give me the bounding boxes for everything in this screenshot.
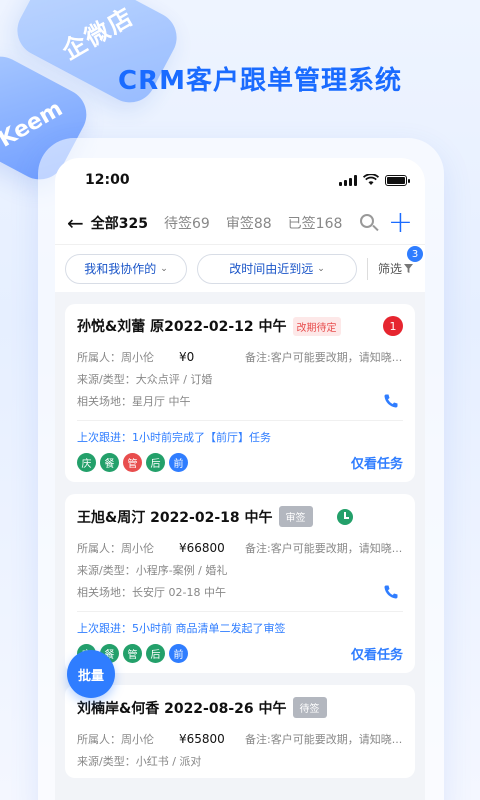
venue-text: 相关场地：长安厅 02-18 中午	[77, 586, 226, 599]
status-bar: 12:00	[55, 158, 425, 202]
tab-signed[interactable]: 已签168	[288, 213, 343, 233]
step-badge: 餐	[100, 453, 119, 472]
filter-button[interactable]: 筛选 3	[378, 246, 424, 277]
owner-text: 所属人：周小伦	[77, 351, 154, 364]
chevron-down-icon: ⌄	[317, 263, 325, 274]
battery-icon	[385, 174, 410, 186]
divider	[77, 611, 403, 612]
wifi-icon	[363, 174, 379, 185]
last-follow-text: 上次跟进：1小时前完成了【前厅】任务	[77, 431, 271, 444]
note-text: 备注:客户可能要改期，请知晓...	[245, 733, 403, 746]
chevron-down-icon: ⌄	[160, 263, 168, 274]
amount-text: ¥65800	[179, 732, 225, 746]
status-tag: 待签	[292, 697, 327, 718]
owner-text: 所属人：周小伦	[77, 733, 154, 746]
tab-all[interactable]: 全部325	[91, 213, 148, 233]
phone-icon[interactable]	[383, 393, 399, 409]
last-follow-text: 上次跟进：5小时前 商品清单二发起了审签	[77, 622, 286, 635]
unread-badge: 1	[383, 316, 403, 336]
divider	[367, 257, 368, 280]
tab-bar: ← 全部325 待签69 审签88 已签168 +	[55, 202, 425, 244]
order-card[interactable]: 孙悦&刘蕾 原2022-02-12 中午 改期待定 1 所属人：周小伦 ¥0 备…	[65, 304, 415, 482]
status-tag: 审签	[278, 506, 313, 527]
note-text: 备注:客户可能要改期，请知晓...	[245, 351, 403, 364]
order-title: 孙悦&刘蕾 原2022-02-12 中午	[77, 319, 287, 335]
owner-text: 所属人：周小伦	[77, 542, 154, 555]
amount-text: ¥66800	[179, 541, 225, 555]
order-card[interactable]: 王旭&周汀 2022-02-18 中午 审签 所属人：周小伦 ¥66800 备注…	[65, 494, 415, 673]
phone-icon[interactable]	[383, 584, 399, 600]
step-badge: 庆	[77, 453, 96, 472]
tab-reviewing[interactable]: 审签88	[226, 213, 272, 233]
order-title: 王旭&周汀 2022-02-18 中午	[77, 509, 273, 526]
step-badge: 前	[169, 453, 188, 472]
step-badge: 后	[146, 644, 165, 663]
status-tag: 改期待定	[292, 316, 341, 336]
search-icon[interactable]	[358, 212, 380, 234]
promo-title: CRM客户跟单管理系统	[118, 66, 402, 96]
step-badge: 管	[123, 644, 142, 663]
status-icons	[339, 174, 410, 186]
source-text: 来源/类型：大众点评 / 订婚	[77, 373, 213, 386]
step-badge: 管	[123, 453, 142, 472]
batch-button[interactable]: 批量	[67, 650, 115, 698]
task-steps: 庆 餐 管 后 前	[77, 453, 188, 472]
sort-label: 改时间由近到远	[229, 262, 314, 276]
filter-label: 筛选	[378, 262, 403, 276]
view-tasks-link[interactable]: 仅看任务	[351, 644, 403, 663]
clock-icon	[336, 508, 353, 525]
sort-dropdown[interactable]: 改时间由近到远 ⌄	[197, 253, 357, 284]
order-list: 孙悦&刘蕾 原2022-02-12 中午 改期待定 1 所属人：周小伦 ¥0 备…	[55, 292, 425, 778]
tab-pending[interactable]: 待签69	[164, 213, 210, 233]
divider	[77, 420, 403, 421]
add-icon[interactable]: +	[388, 208, 413, 238]
note-text: 备注:客户可能要改期，请知晓...	[245, 542, 403, 555]
view-tasks-link[interactable]: 仅看任务	[351, 453, 403, 472]
scope-label: 我和我协作的	[84, 262, 157, 276]
order-title: 刘楠岸&何香 2022-08-26 中午	[77, 700, 287, 717]
filter-bar: 我和我协作的 ⌄ 改时间由近到远 ⌄ 筛选 3	[55, 244, 425, 292]
source-text: 来源/类型：小程序-案例 / 婚礼	[77, 564, 228, 577]
scope-dropdown[interactable]: 我和我协作的 ⌄	[65, 253, 187, 284]
signal-icon	[339, 174, 357, 186]
status-time: 12:00	[85, 172, 130, 188]
step-badge: 前	[169, 644, 188, 663]
amount-text: ¥0	[179, 350, 195, 364]
venue-text: 相关场地：星月厅 中午	[77, 395, 191, 408]
step-badge: 后	[146, 453, 165, 472]
order-card[interactable]: 刘楠岸&何香 2022-08-26 中午 待签 所属人：周小伦 ¥65800 备…	[65, 685, 415, 778]
app-screen: 12:00 ← 全部325 待签69 审签88 已签168 + 我和我协作的 ⌄	[55, 158, 425, 800]
source-text: 来源/类型：小红书 / 派对	[77, 755, 202, 768]
filter-count-badge: 3	[407, 246, 424, 262]
back-arrow-icon[interactable]: ←	[67, 211, 91, 235]
funnel-icon	[404, 264, 414, 273]
